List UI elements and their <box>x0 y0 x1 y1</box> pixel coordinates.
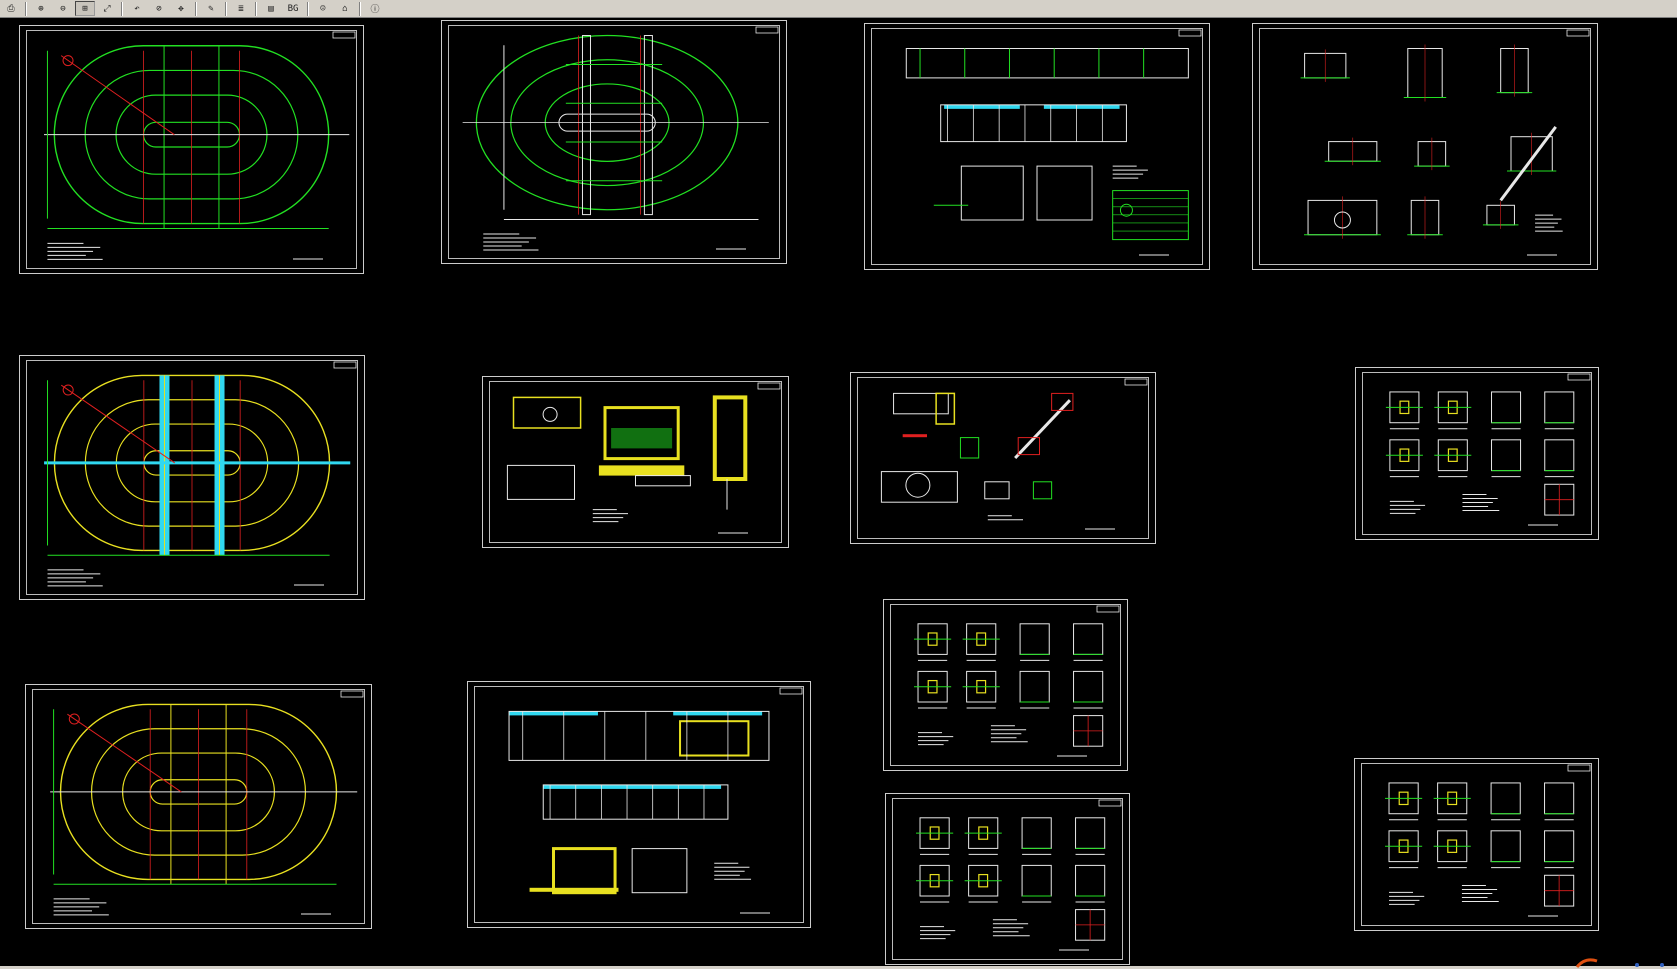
layers-icon[interactable]: ≣ <box>231 1 251 16</box>
print-icon[interactable]: ⎙ <box>1 1 21 16</box>
watermark-logo <box>1575 958 1664 968</box>
drawing-sheet-details-2[interactable] <box>850 372 1156 544</box>
sheet-drawing <box>462 26 779 251</box>
zoom-in-icon[interactable]: ⊕ <box>31 1 51 16</box>
drawing-sheet-track-plan-3[interactable] <box>19 355 365 600</box>
toolbar-separator <box>25 1 27 16</box>
home-icon[interactable]: ⌂ <box>335 1 355 16</box>
zoom-previous-icon[interactable]: ↶ <box>127 1 147 16</box>
toolbar-separator <box>255 1 257 16</box>
user-icon[interactable]: ☺ <box>313 1 333 16</box>
highlight-icon[interactable]: ✎ <box>201 1 221 16</box>
pan-icon[interactable]: ✥ <box>171 1 191 16</box>
sheet-drawing <box>44 31 356 260</box>
drawing-sheet-details-6[interactable] <box>1354 758 1599 931</box>
zoom-realtime-icon[interactable]: ⊘ <box>149 1 169 16</box>
drawing-sheet-details-4[interactable] <box>883 599 1128 771</box>
drawing-sheet-track-plan-2[interactable] <box>441 20 787 264</box>
zoom-out-icon[interactable]: ⊖ <box>53 1 73 16</box>
sheet-drawing <box>1300 29 1590 256</box>
zoom-extents-icon[interactable]: ⤢ <box>97 1 117 16</box>
page-icon[interactable]: ▤ <box>261 1 281 16</box>
sheet-drawing <box>506 382 781 534</box>
drawing-sheet-section-2[interactable] <box>467 681 811 928</box>
drawing-sheet-track-plan-1[interactable] <box>19 25 364 274</box>
drawing-sheet-pump-details[interactable] <box>482 376 789 548</box>
drawing-sheet-details-5[interactable] <box>885 793 1130 965</box>
background-label[interactable]: BG <box>283 1 303 16</box>
drawing-sheet-section-1[interactable] <box>864 23 1210 270</box>
toolbar-separator <box>225 1 227 16</box>
sheet-drawing <box>44 361 357 587</box>
toolbar-separator <box>359 1 361 16</box>
drawing-canvas[interactable] <box>0 18 1677 966</box>
sheet-drawing <box>880 378 1148 530</box>
drawing-sheet-track-plan-4[interactable] <box>25 684 372 929</box>
toolbar-separator <box>195 1 197 16</box>
sheet-drawing <box>914 605 1120 757</box>
sheet-drawing <box>1385 373 1591 526</box>
sheet-drawing <box>916 799 1122 951</box>
viewer-toolbar: ⎙ ⊕ ⊖ ⊞ ⤢ ↶ ⊘ ✥ ✎ ≣ ▤ BG ☺ ⌂ ⓘ <box>0 0 1677 18</box>
zoom-window-icon[interactable]: ⊞ <box>75 1 95 16</box>
toolbar-separator <box>121 1 123 16</box>
drawing-sheet-details-3[interactable] <box>1355 367 1599 540</box>
drawing-sheet-details-1[interactable] <box>1252 23 1598 270</box>
sheet-drawing <box>1385 764 1591 917</box>
info-icon[interactable]: ⓘ <box>365 1 385 16</box>
sheet-drawing <box>905 29 1202 256</box>
sheet-drawing <box>508 687 803 914</box>
toolbar-separator <box>307 1 309 16</box>
sheet-drawing <box>50 690 364 916</box>
